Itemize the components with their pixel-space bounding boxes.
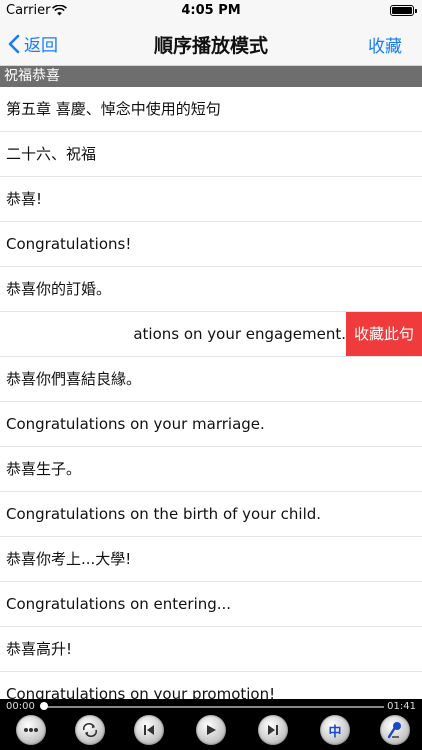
progress-slider[interactable] xyxy=(44,706,384,708)
navigation-bar: 返回 順序播放模式 收藏 xyxy=(0,22,422,66)
status-bar: Carrier 4:05 PM xyxy=(0,0,422,22)
list-item-text: ations on your engagement. xyxy=(133,325,346,343)
list-item-text: 恭喜你的訂婚。 xyxy=(6,280,112,298)
list-item-text: 恭喜你考上...大學! xyxy=(6,550,132,568)
section-header: 祝福恭喜 xyxy=(0,66,422,87)
list-item[interactable]: 二十六、祝福 xyxy=(0,132,422,177)
play-icon xyxy=(207,725,216,735)
list-item[interactable]: 恭喜你考上...大學! xyxy=(0,537,422,582)
list-item-swiped[interactable]: ations on your engagement. 收藏此句 xyxy=(0,312,422,357)
microphone-icon xyxy=(387,722,401,739)
list-item[interactable]: Congratulations on your promotion! xyxy=(0,672,422,699)
list-item-text: Congratulations on entering... xyxy=(6,595,232,613)
progress-thumb[interactable] xyxy=(40,702,48,710)
list-item[interactable]: Congratulations! xyxy=(0,222,422,267)
list-item[interactable]: 恭喜生子。 xyxy=(0,447,422,492)
favorite-sentence-button[interactable]: 收藏此句 xyxy=(346,312,422,356)
list-item[interactable]: 第五章 喜慶、悼念中使用的短句 xyxy=(0,87,422,132)
list-item-text: 二十六、祝福 xyxy=(6,145,97,163)
list-item[interactable]: 恭喜高升! xyxy=(0,627,422,672)
language-icon: 中 xyxy=(328,724,342,740)
list-item-text: Congratulations on your promotion! xyxy=(6,685,276,699)
sentence-list[interactable]: 第五章 喜慶、悼念中使用的短句 二十六、祝福 恭喜! Congratulatio… xyxy=(0,87,422,699)
favorite-button[interactable]: 收藏 xyxy=(368,32,402,57)
repeat-icon xyxy=(82,723,98,737)
page-title: 順序播放模式 xyxy=(153,35,268,57)
list-item-text: Congratulations on your marriage. xyxy=(6,415,265,433)
list-item-text: Congratulations! xyxy=(6,235,132,253)
current-time: 00:00 xyxy=(6,701,35,712)
battery-icon xyxy=(390,5,417,16)
list-item[interactable]: 恭喜! xyxy=(0,177,422,222)
record-button[interactable] xyxy=(380,715,410,745)
list-item[interactable]: Congratulations on the birth of your chi… xyxy=(0,492,422,537)
language-button[interactable]: 中 xyxy=(320,715,350,745)
player-controls: 中 xyxy=(0,715,422,745)
previous-button[interactable] xyxy=(134,715,164,745)
next-button[interactable] xyxy=(258,715,288,745)
duration: 01:41 xyxy=(387,701,416,712)
status-time: 4:05 PM xyxy=(181,3,241,18)
audio-player: 00:00 01:41 中 xyxy=(0,699,422,750)
list-item[interactable]: 恭喜你的訂婚。 xyxy=(0,267,422,312)
play-button[interactable] xyxy=(196,715,226,745)
list-item-text: 恭喜! xyxy=(6,190,43,208)
list-item[interactable]: 恭喜你們喜結良緣。 xyxy=(0,357,422,402)
repeat-button[interactable] xyxy=(75,715,105,745)
list-item-text: 恭喜生子。 xyxy=(6,460,82,478)
list-item[interactable]: Congratulations on your marriage. xyxy=(0,402,422,447)
more-icon xyxy=(24,728,38,732)
list-item-text: 恭喜高升! xyxy=(6,640,73,658)
list-item-text: Congratulations on the birth of your chi… xyxy=(6,505,322,523)
previous-icon xyxy=(144,725,154,735)
list-item-text: 第五章 喜慶、悼念中使用的短句 xyxy=(6,100,221,118)
list-item-text: 恭喜你們喜結良緣。 xyxy=(6,370,142,388)
more-button[interactable] xyxy=(16,715,46,745)
next-icon xyxy=(268,725,278,735)
list-item[interactable]: Congratulations on entering... xyxy=(0,582,422,627)
